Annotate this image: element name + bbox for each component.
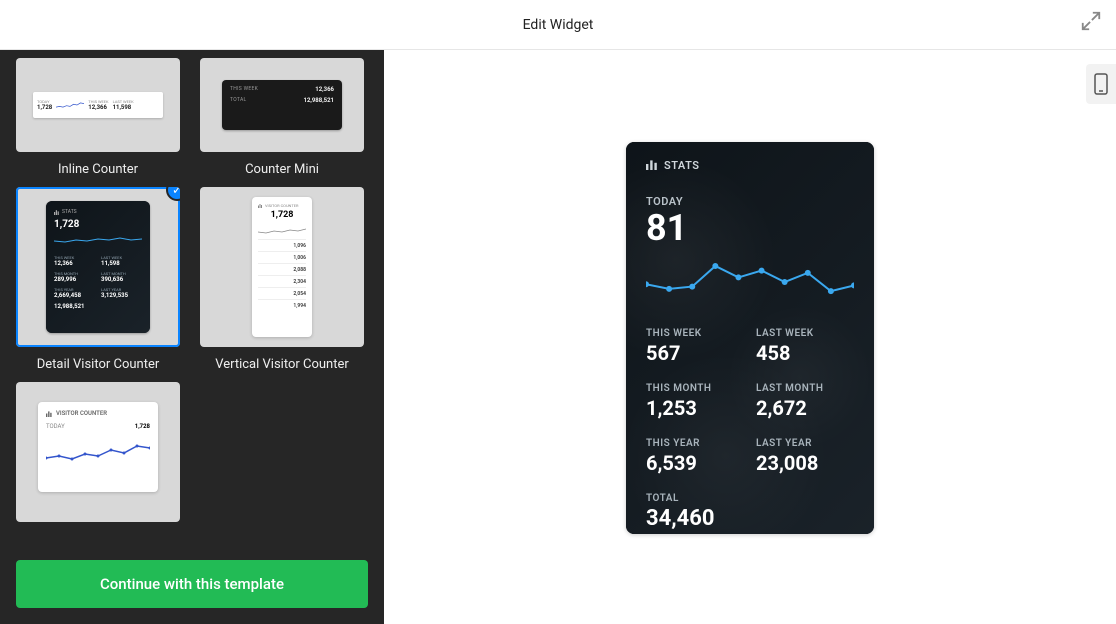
value: 12,988,521 <box>304 97 335 104</box>
widget-header: STATS <box>646 158 854 173</box>
template-vertical-visitor-counter[interactable]: VISITOR COUNTER 1,728 1,096 1,006 2,088 … <box>200 187 364 372</box>
stat-total: TOTAL 34,460 <box>646 493 854 531</box>
template-label: Counter Mini <box>200 162 364 177</box>
page-title: Edit Widget <box>523 17 594 33</box>
template-card-visitor-counter[interactable]: VISITOR COUNTER TODAY1,728 <box>16 382 180 522</box>
stat-this-week: THIS WEEK567 <box>646 328 744 365</box>
expand-icon[interactable] <box>1080 10 1102 32</box>
template-label: Detail Visitor Counter <box>16 357 180 372</box>
bar-chart-icon <box>646 158 658 173</box>
widget-title: STATS <box>664 159 700 172</box>
value: 12,366 <box>315 86 334 93</box>
stat-this-year: THIS YEAR6,539 <box>646 438 744 475</box>
widget-preview: STATS TODAY 81 THIS WEEK567 LAST WEEK458… <box>626 142 874 534</box>
label: STATS <box>62 209 77 215</box>
preview-area: STATS TODAY 81 THIS WEEK567 LAST WEEK458… <box>384 50 1116 624</box>
template-label: Inline Counter <box>16 162 180 177</box>
template-label: Vertical Visitor Counter <box>200 357 364 372</box>
value: 11,598 <box>113 104 134 111</box>
today-value: 81 <box>646 210 854 248</box>
stat-last-week: LAST WEEK458 <box>756 328 854 365</box>
mobile-preview-button[interactable] <box>1086 64 1116 104</box>
header: Edit Widget <box>0 0 1116 50</box>
value: 1,728 <box>37 104 52 111</box>
continue-button[interactable]: Continue with this template <box>16 560 368 608</box>
stat-last-month: LAST MONTH2,672 <box>756 383 854 420</box>
label: TOTAL <box>230 97 247 104</box>
value: 12,988,521 <box>54 303 142 310</box>
template-counter-mini[interactable]: THIS WEEK 12,366 TOTAL 12,988,521 Counter … <box>200 58 364 177</box>
stat-this-month: THIS MONTH1,253 <box>646 383 744 420</box>
value: 1,728 <box>54 219 142 230</box>
template-inline-counter[interactable]: TODAY1,728 THIS WEEK12,366 LAST WEEK11,5… <box>16 58 180 177</box>
stats-grid: THIS WEEK567 LAST WEEK458 THIS MONTH1,25… <box>646 328 854 475</box>
label: THIS WEEK <box>230 86 258 93</box>
template-detail-visitor-counter[interactable]: STATS 1,728 THIS WEEK12,366 LAST WEEK11,… <box>16 187 180 372</box>
value: 1,728 <box>258 210 306 220</box>
value: 12,366 <box>88 104 108 111</box>
stat-last-year: LAST YEAR23,008 <box>756 438 854 475</box>
template-sidebar: TODAY1,728 THIS WEEK12,366 LAST WEEK11,5… <box>0 50 384 624</box>
continue-bar: Continue with this template <box>0 544 384 624</box>
selected-check-icon: ✓ <box>166 187 180 201</box>
sparkline-chart <box>646 258 854 298</box>
